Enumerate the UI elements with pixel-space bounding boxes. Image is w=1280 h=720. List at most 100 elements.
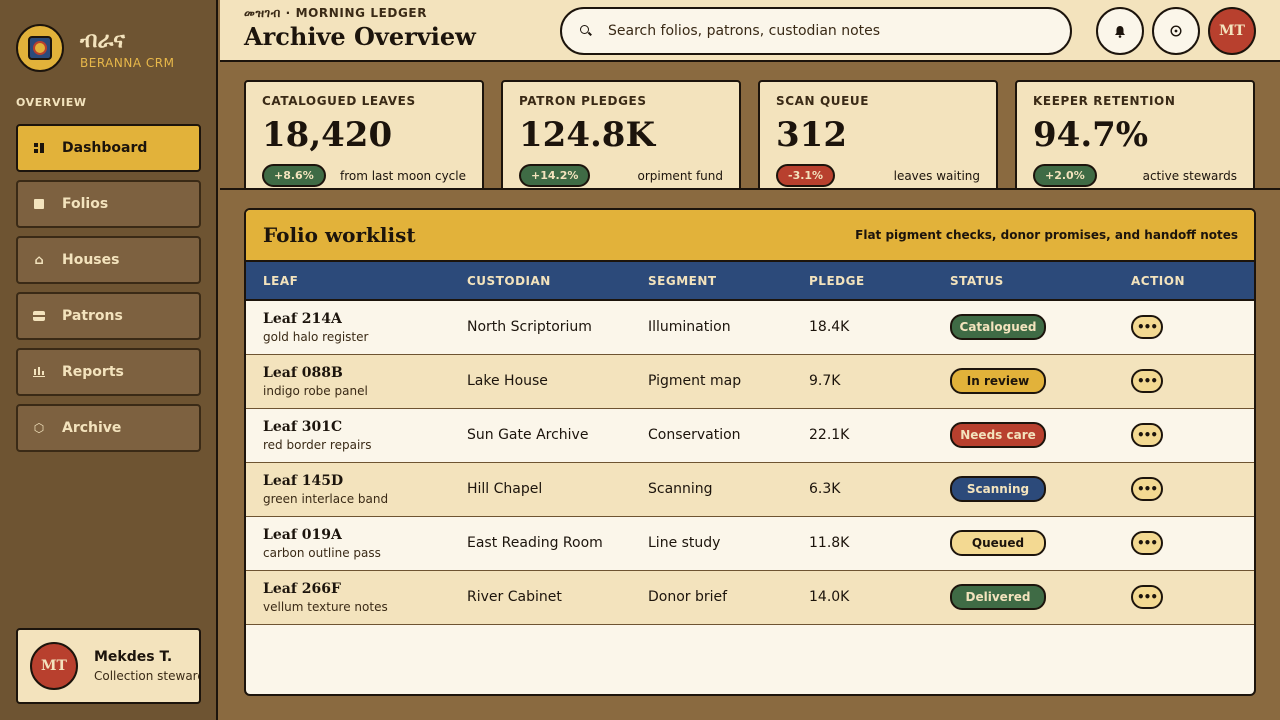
leaf-id[interactable]: Leaf 145D [263,473,467,489]
status-cell: Scanning [950,462,1131,516]
action-cell: ••• [1131,354,1254,408]
row-actions-button[interactable]: ••• [1131,477,1163,501]
table-row[interactable]: Leaf 019A carbon outline pass East Reading… [246,516,1254,570]
brand-name: ብራና [80,27,125,53]
leaf-id[interactable]: Leaf 266F [263,581,467,597]
table-row[interactable]: Leaf 266F vellum texture notes River Cabin… [246,570,1254,624]
sidebar-item-houses[interactable]: Houses [16,236,201,284]
reports-icon [32,365,46,379]
sidebar-item-label: Archive [62,420,122,436]
status-cell: Queued [950,516,1131,570]
stat-label: KEEPER RETENTION [1033,94,1176,108]
stat-note: leaves waiting [893,168,980,183]
leaf-id[interactable]: Leaf 301C [263,419,467,435]
sidebar-item-reports[interactable]: Reports [16,348,201,396]
stat-delta-badge: +8.6% [262,164,326,187]
sidebar-item-label: Folios [62,196,109,212]
custodian-cell: North Scriptorium [467,319,592,336]
house-icon [32,253,46,267]
table-row[interactable]: Leaf 301C red border repairs Sun Gate Arch… [246,408,1254,462]
status-badge: Needs care [950,422,1046,448]
archive-icon [32,421,46,435]
action-cell: ••• [1131,516,1254,570]
stat-card-retention[interactable]: KEEPER RETENTION 94.7% +2.0% active stew… [1015,80,1255,188]
status-badge: Scanning [950,476,1046,502]
leaf-cell: Leaf 214A gold halo register [246,300,467,354]
sidebar: ብራና BERANNA CRM OVERVIEW Dashboard Folio… [0,0,218,720]
notifications-button[interactable] [1096,7,1144,55]
action-cell: ••• [1131,300,1254,354]
worklist-subtitle: Flat pigment checks, donor promises, and… [855,228,1238,242]
patrons-icon [32,309,46,323]
segment-cell: Illumination [648,319,731,336]
dashboard-icon [32,141,46,155]
leaf-description: indigo robe panel [263,383,368,398]
row-actions-button[interactable]: ••• [1131,315,1163,340]
worklist-header: Folio worklist Flat pigment checks, dono… [246,210,1254,262]
custodian-cell: East Reading Room [467,535,603,551]
pledge-cell: 22.1K [809,427,850,443]
sidebar-item-label: Houses [62,252,120,268]
stat-card-catalogued[interactable]: CATALOGUED LEAVES 18,420 +8.6% from last… [244,80,484,188]
row-actions-button[interactable]: ••• [1131,531,1163,555]
help-circle-icon [1170,25,1182,37]
pledge-cell: 14.0K [809,589,850,605]
stat-label: CATALOGUED LEAVES [262,94,416,108]
leaf-id[interactable]: Leaf 088B [263,365,467,381]
leaf-description: carbon outline pass [263,545,381,560]
column-header-pledge[interactable]: PLEDGE [809,262,950,301]
column-header-custodian[interactable]: CUSTODIAN [467,262,648,301]
page-title: Archive Overview [244,22,476,51]
sidebar-item-archive[interactable]: Archive [16,404,201,452]
header-avatar[interactable]: MT [1208,7,1256,55]
folio-worklist: Folio worklist Flat pigment checks, dono… [244,208,1256,696]
leaf-id[interactable]: Leaf 019A [263,527,467,543]
stat-delta-badge: +2.0% [1033,164,1097,187]
brand-subtitle: BERANNA CRM [80,56,175,70]
row-actions-button[interactable]: ••• [1131,585,1163,609]
sidebar-item-patrons[interactable]: Patrons [16,292,201,340]
custodian-cell: Lake House [467,373,548,389]
action-cell: ••• [1131,462,1254,516]
action-cell: ••• [1131,570,1254,624]
sidebar-item-label: Patrons [62,308,123,324]
user-card[interactable]: MT Mekdes T. Collection steward [16,628,201,704]
sidebar-item-folios[interactable]: Folios [16,180,201,228]
sidebar-item-dashboard[interactable]: Dashboard [16,124,201,172]
segment-cell: Scanning [648,481,713,497]
segment-cell: Line study [648,535,721,551]
column-header-segment[interactable]: SEGMENT [648,262,809,301]
search-bar[interactable] [560,7,1072,55]
leaf-description: red border repairs [263,437,372,452]
stat-label: PATRON PLEDGES [519,94,647,108]
stat-note: from last moon cycle [339,168,466,183]
leaf-cell: Leaf 019A carbon outline pass [246,516,467,570]
worklist-title: Folio worklist [263,223,416,247]
help-button[interactable] [1152,7,1200,55]
segment-cell: Donor brief [648,589,728,605]
stats-row: CATALOGUED LEAVES 18,420 +8.6% from last… [220,62,1280,190]
status-badge: Delivered [950,584,1046,610]
search-input[interactable] [608,23,1048,39]
status-cell: Needs care [950,408,1131,462]
folio-icon [32,197,46,211]
pledge-cell: 9.7K [809,373,841,389]
bell-icon [1115,25,1125,38]
stat-note: active stewards [1142,168,1237,183]
column-header-leaf[interactable]: LEAF [246,262,467,301]
row-actions-button[interactable]: ••• [1131,369,1163,393]
leaf-cell: Leaf 088B indigo robe panel [246,354,467,408]
table-row[interactable]: Leaf 145D green interlace band Hill Chapel… [246,462,1254,516]
status-badge: In review [950,368,1046,394]
row-actions-button[interactable]: ••• [1131,423,1163,447]
column-header-status[interactable]: STATUS [950,262,1131,301]
brand[interactable]: ብራና BERANNA CRM [16,24,174,72]
sidebar-item-label: Dashboard [62,140,148,156]
stat-card-pledges[interactable]: PATRON PLEDGES 124.8K +14.2% orpiment fu… [501,80,741,188]
top-header: መዝገብ · MORNING LEDGER Archive Overview M… [220,0,1280,62]
stat-card-scan-queue[interactable]: SCAN QUEUE 312 -3.1% leaves waiting [758,80,998,188]
table-row[interactable]: Leaf 214A gold halo register North Scripto… [246,300,1254,354]
table-row[interactable]: Leaf 088B indigo robe panel Lake House Pigm… [246,354,1254,408]
leaf-id[interactable]: Leaf 214A [263,311,467,327]
stat-label: SCAN QUEUE [776,94,870,108]
